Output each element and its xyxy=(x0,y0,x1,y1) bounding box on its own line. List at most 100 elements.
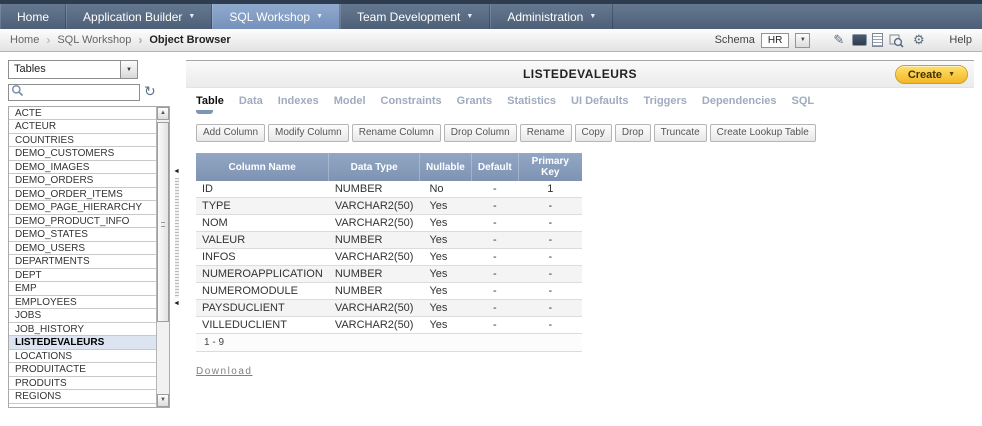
list-item[interactable]: EMP xyxy=(9,282,156,296)
nav-tab-label: Application Builder xyxy=(83,10,182,24)
detail-tab[interactable]: Statistics xyxy=(507,95,556,114)
toolbar-button[interactable]: Modify Column xyxy=(268,124,349,142)
cell-default: - xyxy=(471,232,518,249)
toolbar-button[interactable]: Add Column xyxy=(196,124,265,142)
list-item[interactable]: DEMO_PRODUCT_INFO xyxy=(9,215,156,229)
detail-tab[interactable]: Data xyxy=(239,95,263,114)
list-item[interactable]: DEPT xyxy=(9,269,156,283)
nav-tab[interactable]: SQL Workshop ▼ xyxy=(212,4,340,29)
table-row: NUMEROMODULE NUMBER Yes - - xyxy=(196,283,582,300)
nav-tab[interactable]: Team Development ▼ xyxy=(340,4,490,29)
detail-tab[interactable]: Table xyxy=(196,95,224,114)
detail-tab[interactable]: UI Defaults xyxy=(571,95,628,114)
list-item[interactable]: DEMO_USERS xyxy=(9,242,156,256)
magnifier-glyph xyxy=(889,33,904,48)
scrollbar-thumb[interactable] xyxy=(157,122,169,322)
list-item[interactable]: DEMO_STATES xyxy=(9,228,156,242)
list-item[interactable]: DEPARTMENTS xyxy=(9,255,156,269)
detail-tab[interactable]: Indexes xyxy=(278,95,319,114)
list-item[interactable]: PRODUITACTE xyxy=(9,363,156,377)
detail-tab[interactable]: Constraints xyxy=(381,95,442,114)
pane-splitter[interactable]: ◄ ◄ xyxy=(173,60,181,418)
nav-tab[interactable]: Application Builder ▼ xyxy=(66,4,212,29)
sql-commands-pencil-icon[interactable]: ✎ xyxy=(830,32,847,49)
cell-default: - xyxy=(471,300,518,317)
gear-icon[interactable]: ⚙ xyxy=(910,32,927,49)
refresh-icon[interactable]: ↻ xyxy=(144,84,156,98)
cell-primary-key: - xyxy=(518,215,582,232)
cell-data-type: NUMBER xyxy=(329,181,420,198)
columns-grid: Column NameData TypeNullableDefaultPrima… xyxy=(196,153,583,352)
cell-column-name: NUMEROMODULE xyxy=(196,283,329,300)
grid-column-header: Primary Key xyxy=(518,153,582,181)
cell-nullable: Yes xyxy=(419,198,471,215)
nav-tab[interactable]: Home ▼ xyxy=(0,4,66,29)
schema-dropdown-button[interactable]: ▼ xyxy=(795,33,810,48)
breadcrumb-item[interactable]: Object Browser xyxy=(131,33,230,47)
object-search-input[interactable] xyxy=(8,84,140,101)
list-item[interactable]: DEMO_CUSTOMERS xyxy=(9,147,156,161)
object-browser-sidebar: Tables ▼ ↻ ACTE ACTEUR COUNTRIES xyxy=(8,60,170,418)
utilities-search-icon[interactable] xyxy=(888,32,905,49)
detail-tab[interactable]: Dependencies xyxy=(702,95,777,114)
list-item[interactable]: PRODUITS xyxy=(9,377,156,391)
cell-data-type: VARCHAR2(50) xyxy=(329,198,420,215)
object-type-value: Tables xyxy=(9,61,120,78)
detail-tabs: Table Data Indexes Model Constraints Gra… xyxy=(186,88,974,114)
list-item[interactable]: LOCATIONS xyxy=(9,350,156,364)
cell-data-type: VARCHAR2(50) xyxy=(329,215,420,232)
sql-scripts-monitor-icon[interactable] xyxy=(852,34,867,46)
cell-data-type: NUMBER xyxy=(329,266,420,283)
breadcrumb-item[interactable]: SQL Workshop xyxy=(39,33,131,47)
list-item[interactable]: LISTEDEVALEURS xyxy=(9,336,156,350)
tab-label: Grants xyxy=(457,95,492,107)
cell-column-name: NUMEROAPPLICATION xyxy=(196,266,329,283)
collapse-left-icon[interactable]: ◄ xyxy=(173,300,180,307)
create-button[interactable]: Create ▼ xyxy=(895,65,968,84)
list-item[interactable]: DEMO_PAGE_HIERARCHY xyxy=(9,201,156,215)
toolbar-button[interactable]: Rename Column xyxy=(352,124,441,142)
cell-default: - xyxy=(471,198,518,215)
toolbar-button[interactable]: Drop xyxy=(615,124,651,142)
cell-default: - xyxy=(471,249,518,266)
toolbar-button[interactable]: Truncate xyxy=(654,124,707,142)
column-actions-toolbar: Add ColumnModify ColumnRename ColumnDrop… xyxy=(196,122,974,142)
detail-tab[interactable]: SQL xyxy=(792,95,815,114)
nav-tab[interactable]: Administration ▼ xyxy=(490,4,613,29)
list-item[interactable]: EMPLOYEES xyxy=(9,296,156,310)
cell-primary-key: - xyxy=(518,266,582,283)
scroll-down-icon[interactable]: ▼ xyxy=(157,394,169,407)
table-row: TYPE VARCHAR2(50) Yes - - xyxy=(196,198,582,215)
toolbar-button[interactable]: Rename xyxy=(520,124,572,142)
list-item[interactable]: ACTE xyxy=(9,107,156,121)
toolbar-button[interactable]: Create Lookup Table xyxy=(710,124,816,142)
breadcrumb-item[interactable]: Home xyxy=(10,34,39,46)
list-item[interactable]: REGIONS xyxy=(9,390,156,404)
list-scrollbar[interactable]: ▲ ▼ xyxy=(156,107,169,407)
object-type-select[interactable]: Tables ▼ xyxy=(8,60,138,79)
download-link[interactable]: Download xyxy=(196,366,252,377)
breadcrumb-label: SQL Workshop xyxy=(57,34,131,46)
list-item[interactable]: DEMO_IMAGES xyxy=(9,161,156,175)
object-name: DEMO_ORDERS xyxy=(15,175,93,186)
tab-label: Indexes xyxy=(278,95,319,107)
grid-column-header: Column Name xyxy=(196,153,329,181)
list-item[interactable]: DEMO_ORDERS xyxy=(9,174,156,188)
schema-select[interactable]: HR xyxy=(761,33,789,48)
list-item[interactable]: JOBS xyxy=(9,309,156,323)
list-item[interactable]: DEMO_ORDER_ITEMS xyxy=(9,188,156,202)
list-item[interactable]: JOB_HISTORY xyxy=(9,323,156,337)
detail-tab[interactable]: Triggers xyxy=(644,95,687,114)
object-detail-panel: LISTEDEVALEURS Create ▼ Table Data Index… xyxy=(186,60,974,418)
list-item[interactable]: ACTEUR xyxy=(9,120,156,134)
query-builder-document-icon[interactable] xyxy=(872,33,883,47)
splitter-handle[interactable] xyxy=(175,178,179,298)
detail-tab[interactable]: Model xyxy=(334,95,366,114)
toolbar-button[interactable]: Drop Column xyxy=(444,124,517,142)
collapse-left-icon[interactable]: ◄ xyxy=(173,168,180,175)
toolbar-button[interactable]: Copy xyxy=(575,124,612,142)
help-link[interactable]: Help xyxy=(949,34,972,46)
scroll-up-icon[interactable]: ▲ xyxy=(157,107,169,120)
detail-tab[interactable]: Grants xyxy=(457,95,492,114)
list-item[interactable]: COUNTRIES xyxy=(9,134,156,148)
